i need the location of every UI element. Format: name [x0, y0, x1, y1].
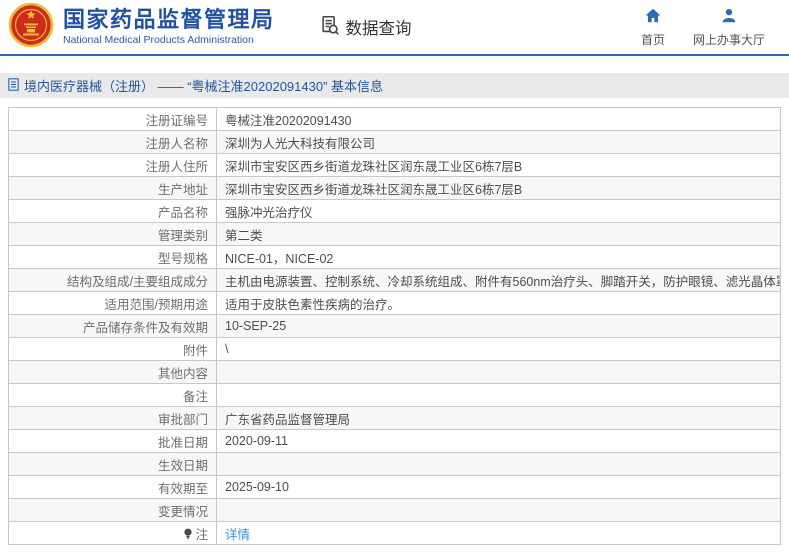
table-row: 有效期至 2025-09-10	[8, 475, 781, 499]
row-value: 适用于皮肤色素性疾病的治疗。	[216, 291, 781, 315]
registration-info-table: 注册证编号 粤械注准20202091430 注册人名称 深圳为人光大科技有限公司 注册人…	[8, 107, 781, 545]
row-value: \	[216, 337, 781, 361]
org-name-en: National Medical Products Administration	[63, 33, 254, 46]
breadcrumb-text: 境内医疗器械（注册） —— “粤械注准20202091430” 基本信息	[24, 79, 384, 94]
row-value: 广东省药品监督管理局	[216, 406, 781, 430]
table-row: 注册人住所 深圳市宝安区西乡街道龙珠社区润东晟工业区6栋7层B	[8, 153, 781, 177]
national-emblem-icon	[8, 2, 54, 53]
note-icon	[183, 528, 193, 543]
row-value: 深圳市宝安区西乡街道龙珠社区润东晟工业区6栋7层B	[216, 176, 781, 200]
table-row: 结构及组成/主要组成成分 主机由电源装置、控制系统、冷却系统组成、附件有560nm…	[8, 268, 781, 292]
row-label: 管理类别	[8, 222, 217, 246]
row-value	[216, 452, 781, 476]
row-label: 其他内容	[8, 360, 217, 384]
table-row: 产品储存条件及有效期 10-SEP-25	[8, 314, 781, 338]
row-label: 批准日期	[8, 429, 217, 453]
row-value: 2020-09-11	[216, 429, 781, 453]
nav-data-query[interactable]: 数据查询	[319, 14, 412, 41]
site-header: 国家药品监督管理局 National Medical Products Admi…	[0, 0, 789, 56]
row-label: 产品储存条件及有效期	[8, 314, 217, 338]
table-row: 变更情况	[8, 498, 781, 522]
row-value: 10-SEP-25	[216, 314, 781, 338]
row-value: 深圳为人光大科技有限公司	[216, 130, 781, 154]
detail-link[interactable]: 详情	[225, 528, 250, 542]
row-label: 适用范围/预期用途	[8, 291, 217, 315]
document-search-icon	[319, 14, 341, 41]
table-row: 批准日期 2020-09-11	[8, 429, 781, 453]
header-quick-links: 首页 网上办事大厅	[641, 7, 775, 48]
table-row: 其他内容	[8, 360, 781, 384]
registration-info: 注册证编号 粤械注准20202091430 注册人名称 深圳为人光大科技有限公司 注册人…	[8, 107, 781, 545]
table-row: 备注	[8, 383, 781, 407]
nav-data-query-label: 数据查询	[345, 20, 412, 38]
nav-service-hall-label: 网上办事大厅	[692, 32, 765, 47]
row-label: 审批部门	[8, 406, 217, 430]
row-label: 结构及组成/主要组成成分	[8, 268, 217, 292]
row-value: 2025-09-10	[216, 475, 781, 499]
row-label: 注册人住所	[8, 153, 217, 177]
table-row: 管理类别 第二类	[8, 222, 781, 246]
row-label: 生效日期	[8, 452, 217, 476]
row-label: 生产地址	[8, 176, 217, 200]
row-label: 注	[8, 521, 217, 545]
table-row: 审批部门 广东省药品监督管理局	[8, 406, 781, 430]
table-row: 注册人名称 深圳为人光大科技有限公司	[8, 130, 781, 154]
row-label: 注册人名称	[8, 130, 217, 154]
table-row: 型号规格 NICE-01，NICE-02	[8, 245, 781, 269]
row-value	[216, 360, 781, 384]
row-value: 深圳市宝安区西乡街道龙珠社区润东晟工业区6栋7层B	[216, 153, 781, 177]
breadcrumb: 境内医疗器械（注册） —— “粤械注准20202091430” 基本信息	[0, 73, 789, 98]
document-icon	[8, 77, 19, 94]
row-value: 第二类	[216, 222, 781, 246]
site-title: 国家药品监督管理局 National Medical Products Admi…	[63, 6, 275, 47]
row-label: 备注	[8, 383, 217, 407]
row-value: 详情	[216, 521, 781, 545]
row-label: 产品名称	[8, 199, 217, 223]
table-row: 附件 \	[8, 337, 781, 361]
user-icon	[720, 7, 738, 27]
table-row: 适用范围/预期用途 适用于皮肤色素性疾病的治疗。	[8, 291, 781, 315]
row-label: 注册证编号	[8, 107, 217, 131]
row-value: 主机由电源装置、控制系统、冷却系统组成、附件有560nm治疗头、脚踏开关，防护眼…	[216, 268, 781, 292]
table-row: 生效日期	[8, 452, 781, 476]
site-logo[interactable]: 国家药品监督管理局 National Medical Products Admi…	[8, 2, 275, 53]
nav-home[interactable]: 首页	[641, 7, 665, 48]
row-value: NICE-01，NICE-02	[216, 245, 781, 269]
row-value	[216, 383, 781, 407]
table-row: 注详情	[8, 521, 781, 545]
table-row: 注册证编号 粤械注准20202091430	[8, 107, 781, 131]
row-value: 强脉冲光治疗仪	[216, 199, 781, 223]
row-label: 型号规格	[8, 245, 217, 269]
row-value: 粤械注准20202091430	[216, 107, 781, 131]
row-value	[216, 498, 781, 522]
row-label: 有效期至	[8, 475, 217, 499]
table-row: 生产地址 深圳市宝安区西乡街道龙珠社区润东晟工业区6栋7层B	[8, 176, 781, 200]
nav-home-label: 首页	[640, 32, 665, 47]
table-row: 产品名称 强脉冲光治疗仪	[8, 199, 781, 223]
nav-service-hall[interactable]: 网上办事大厅	[693, 7, 765, 48]
registration-info-body: 注册证编号 粤械注准20202091430 注册人名称 深圳为人光大科技有限公司 注册人…	[8, 107, 781, 545]
home-icon	[644, 7, 662, 27]
row-label: 变更情况	[8, 498, 217, 522]
row-label: 附件	[8, 337, 217, 361]
org-name-cn: 国家药品监督管理局	[63, 6, 275, 32]
